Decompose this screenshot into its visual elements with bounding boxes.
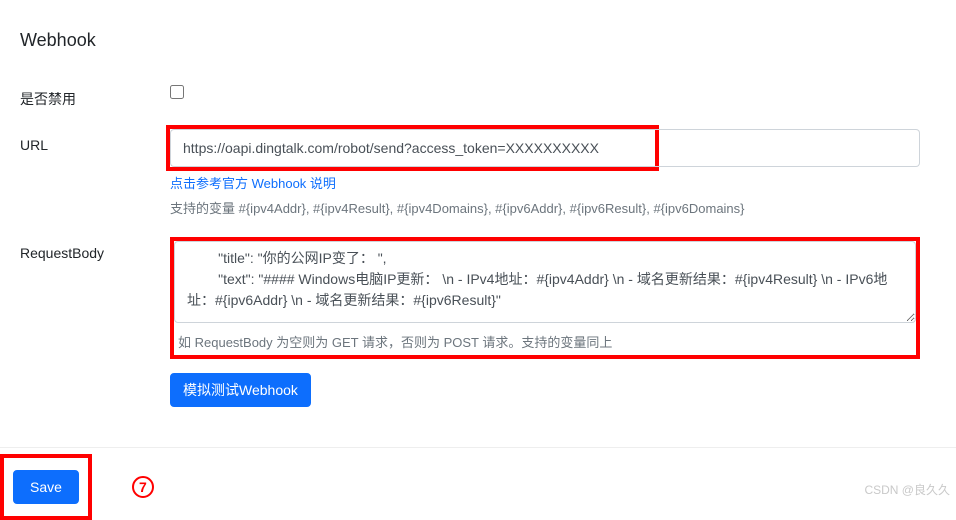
test-webhook-button[interactable]: 模拟测试Webhook (170, 373, 311, 407)
url-label: URL (20, 129, 170, 153)
body-help-text: 如 RequestBody 为空则为 GET 请求，否则为 POST 请求。支持… (174, 332, 916, 355)
disable-checkbox[interactable] (170, 85, 184, 99)
body-textarea[interactable] (174, 241, 916, 323)
url-input[interactable] (170, 129, 655, 167)
section-title: Webhook (20, 30, 936, 51)
annotation-step-marker: 7 (132, 476, 154, 498)
webhook-doc-link[interactable]: 点击参考官方 Webhook 说明 (170, 176, 336, 191)
body-label: RequestBody (20, 237, 170, 261)
disable-label: 是否禁用 (20, 81, 170, 109)
save-button[interactable]: Save (13, 470, 79, 504)
url-input-extra[interactable] (655, 129, 920, 167)
watermark: CSDN @良久久 (864, 481, 950, 498)
url-help-text: 支持的变量 #{ipv4Addr}, #{ipv4Result}, #{ipv4… (170, 198, 920, 217)
